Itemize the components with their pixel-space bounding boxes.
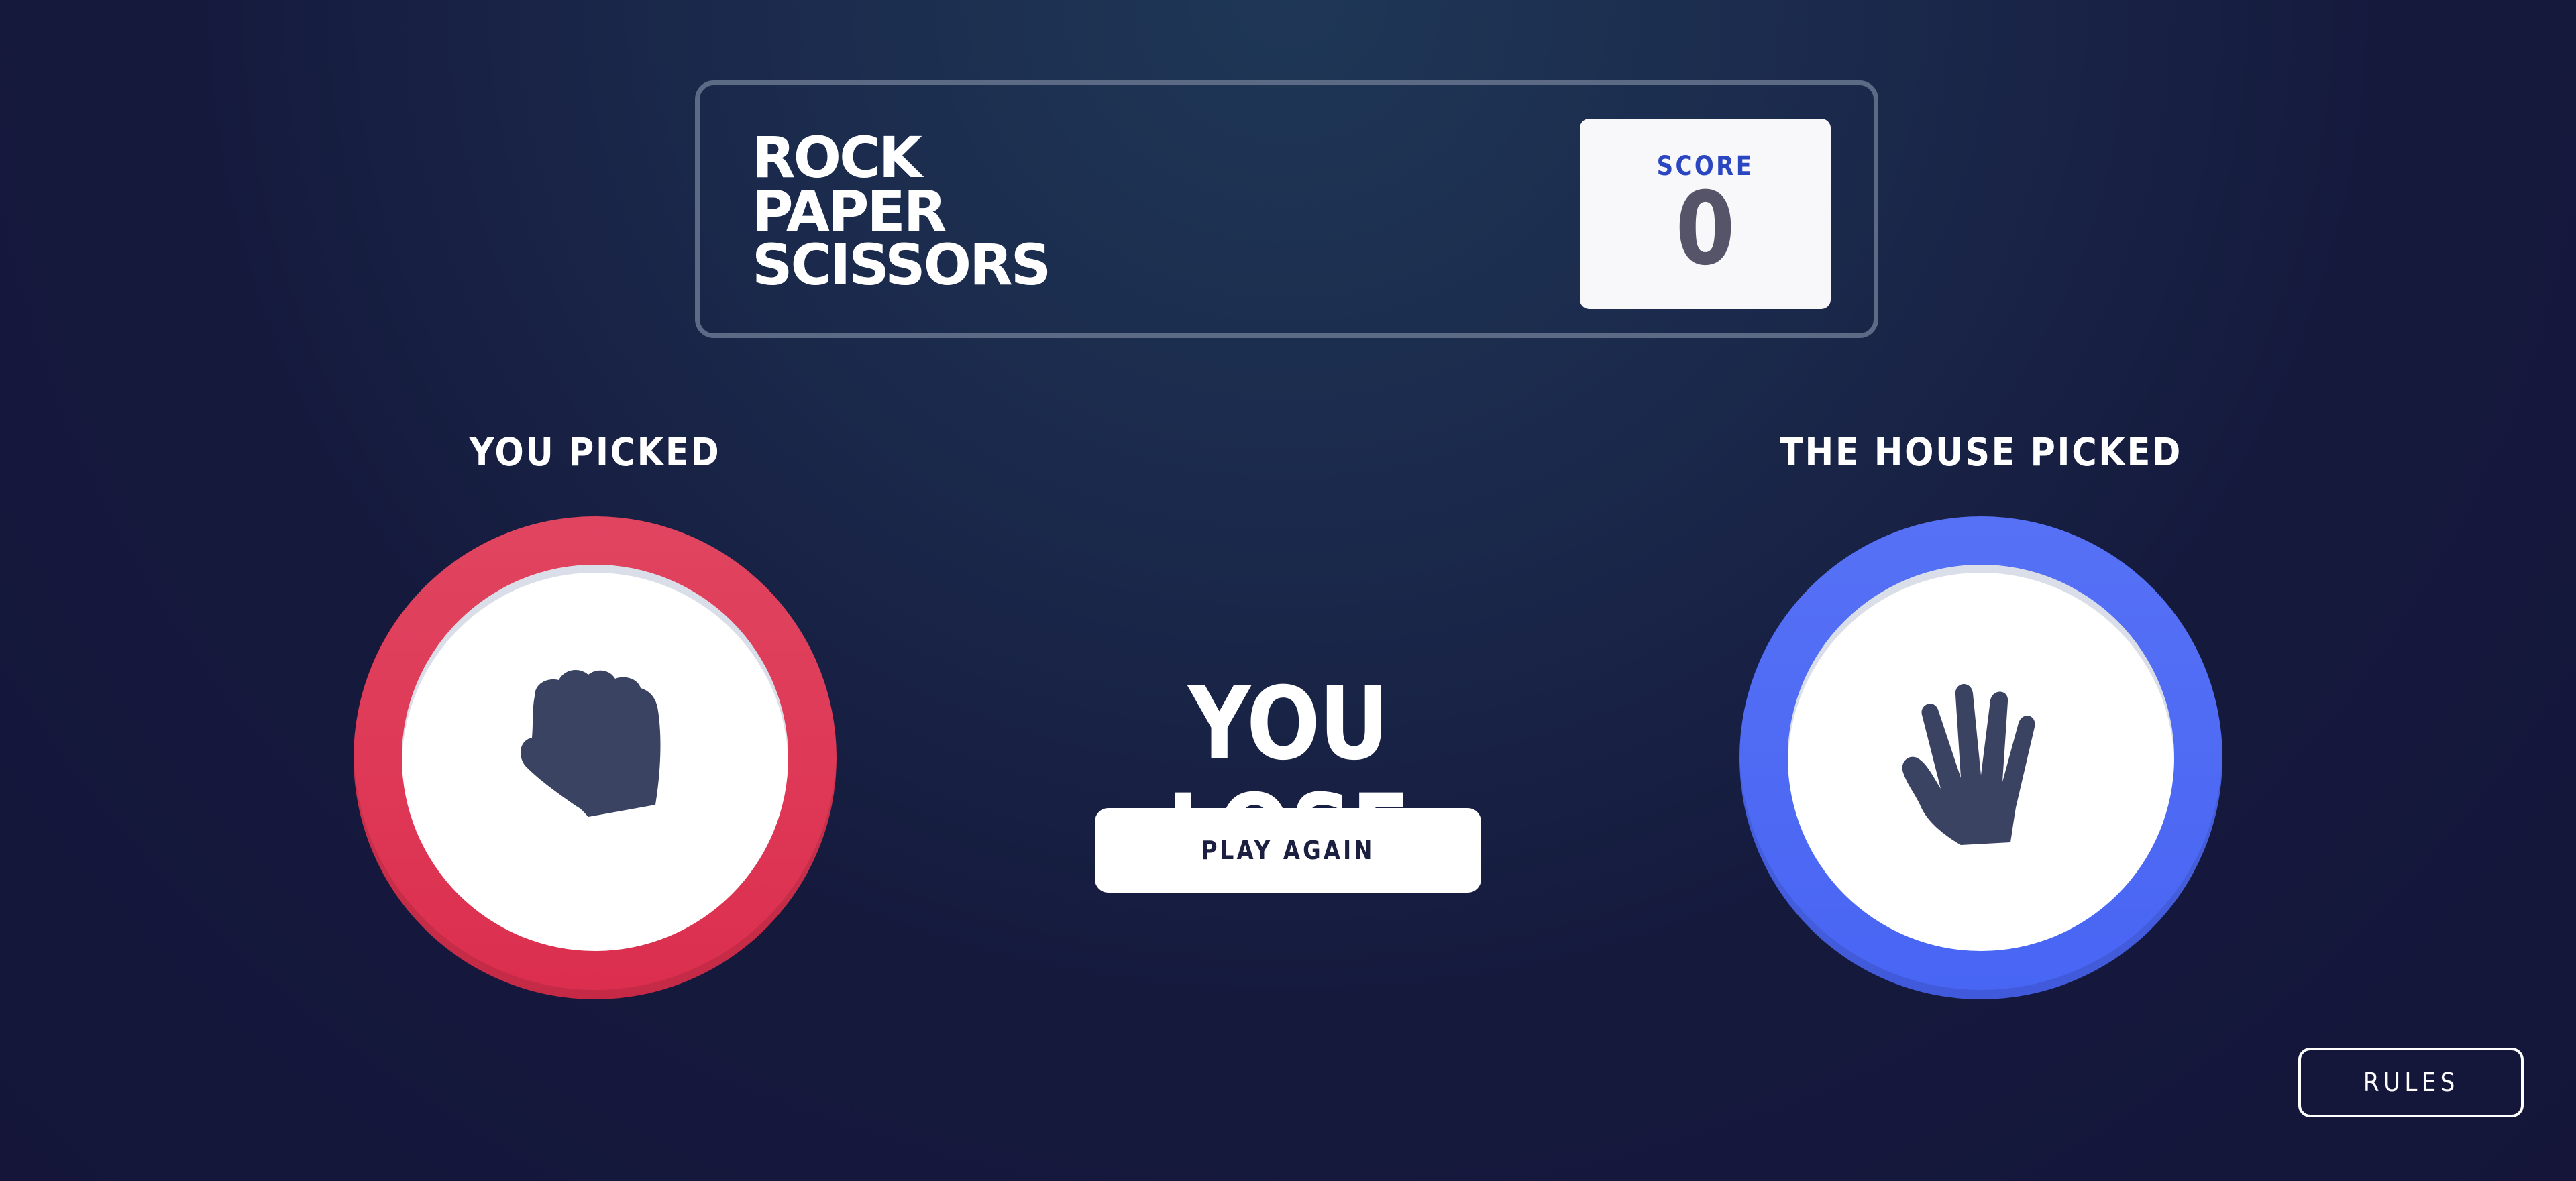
scoreboard-header: ROCK PAPER SCISSORS SCORE 0 (695, 80, 1878, 338)
house-paper-token (1739, 516, 2222, 999)
rules-button[interactable]: RULES (2298, 1048, 2524, 1117)
player-rock-token (354, 516, 837, 999)
play-again-button[interactable]: PLAY AGAIN (1095, 808, 1481, 893)
rock-hand-icon (520, 670, 661, 817)
token-face (1788, 565, 2174, 951)
play-again-label: PLAY AGAIN (1201, 836, 1375, 865)
score-value: 0 (1675, 171, 1735, 288)
game-title: ROCK PAPER SCISSORS (752, 125, 1051, 298)
paper-hand-icon (1902, 683, 2035, 845)
title-line-paper: PAPER (752, 178, 947, 244)
you-picked-label: YOU PICKED (469, 429, 721, 475)
house-picked-label: THE HOUSE PICKED (1780, 429, 2182, 475)
score-card: SCORE 0 (1580, 119, 1831, 309)
rules-label: RULES (2363, 1068, 2459, 1097)
title-line-scissors: SCISSORS (752, 232, 1051, 298)
token-face (402, 565, 788, 951)
title-line-rock: ROCK (752, 125, 922, 190)
